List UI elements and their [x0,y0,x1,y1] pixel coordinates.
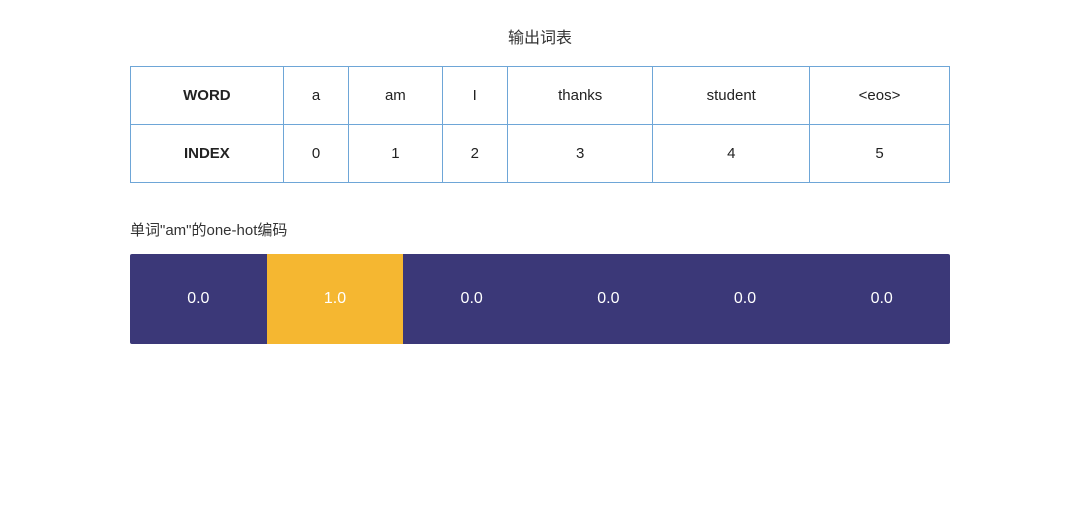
table-cell: 2 [442,125,507,183]
onehot-cell: 0.0 [403,254,540,344]
table-cell: student [653,67,810,125]
table-cell: 0 [283,125,348,183]
table-row: WORDaamIthanksstudent<eos> [131,67,950,125]
onehot-cell: 0.0 [677,254,814,344]
table-cell: 5 [810,125,950,183]
table-cell: I [442,67,507,125]
table-cell: <eos> [810,67,950,125]
onehot-cell: 0.0 [813,254,950,344]
onehot-section: 单词"am"的one-hot编码 0.01.00.00.00.00.0 [130,219,950,344]
word-index-table: WORDaamIthanksstudent<eos>INDEX012345 [130,66,950,183]
table-section: 输出词表 WORDaamIthanksstudent<eos>INDEX0123… [130,24,950,183]
onehot-cell: 0.0 [130,254,267,344]
onehot-title: 单词"am"的one-hot编码 [130,219,950,240]
onehot-cell: 0.0 [540,254,677,344]
table-cell: a [283,67,348,125]
index-header: INDEX [131,125,284,183]
table-cell: 1 [349,125,442,183]
table-cell: 3 [507,125,652,183]
word-header: WORD [131,67,284,125]
table-cell: thanks [507,67,652,125]
onehot-cell: 1.0 [267,254,404,344]
table-title: 输出词表 [130,24,950,48]
table-cell: 4 [653,125,810,183]
table-row: INDEX012345 [131,125,950,183]
table-cell: am [349,67,442,125]
onehot-bar: 0.01.00.00.00.00.0 [130,254,950,344]
